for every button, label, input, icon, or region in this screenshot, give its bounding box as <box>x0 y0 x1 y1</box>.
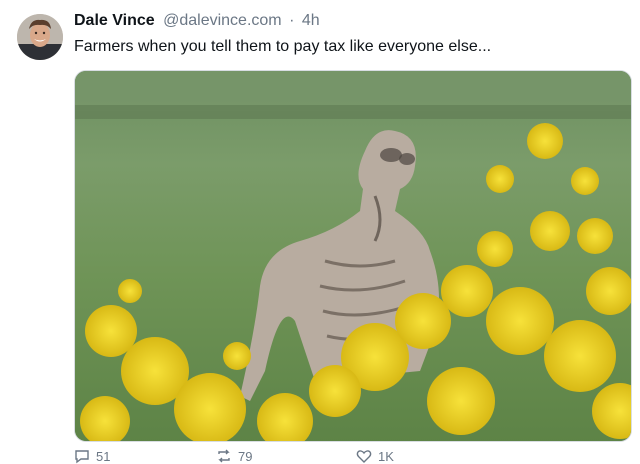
author-name[interactable]: Dale Vince <box>74 12 155 29</box>
like-button[interactable]: 1K <box>356 448 394 464</box>
separator: · <box>289 12 295 29</box>
author-handle[interactable]: @dalevince.com <box>163 12 282 29</box>
post-card: Dale Vince @dalevince.com · 4h Farmers w… <box>0 0 640 464</box>
reply-button[interactable]: 51 <box>74 448 110 464</box>
like-count: 1K <box>378 448 394 464</box>
repost-button[interactable]: 79 <box>216 448 252 464</box>
repost-icon <box>216 448 232 464</box>
post-actions: 51 79 1K <box>74 448 614 464</box>
reply-count: 51 <box>96 448 111 464</box>
post-header: Dale Vince @dalevince.com · 4h <box>74 12 320 34</box>
image-scene <box>75 71 631 441</box>
comment-icon <box>74 448 90 464</box>
repost-count: 79 <box>238 448 253 464</box>
post-image[interactable] <box>74 70 632 442</box>
heart-icon <box>356 448 372 464</box>
timestamp[interactable]: 4h <box>302 12 320 29</box>
avatar[interactable] <box>17 14 63 60</box>
post-text: Farmers when you tell them to pay tax li… <box>74 38 492 55</box>
avatar-image <box>17 14 63 60</box>
